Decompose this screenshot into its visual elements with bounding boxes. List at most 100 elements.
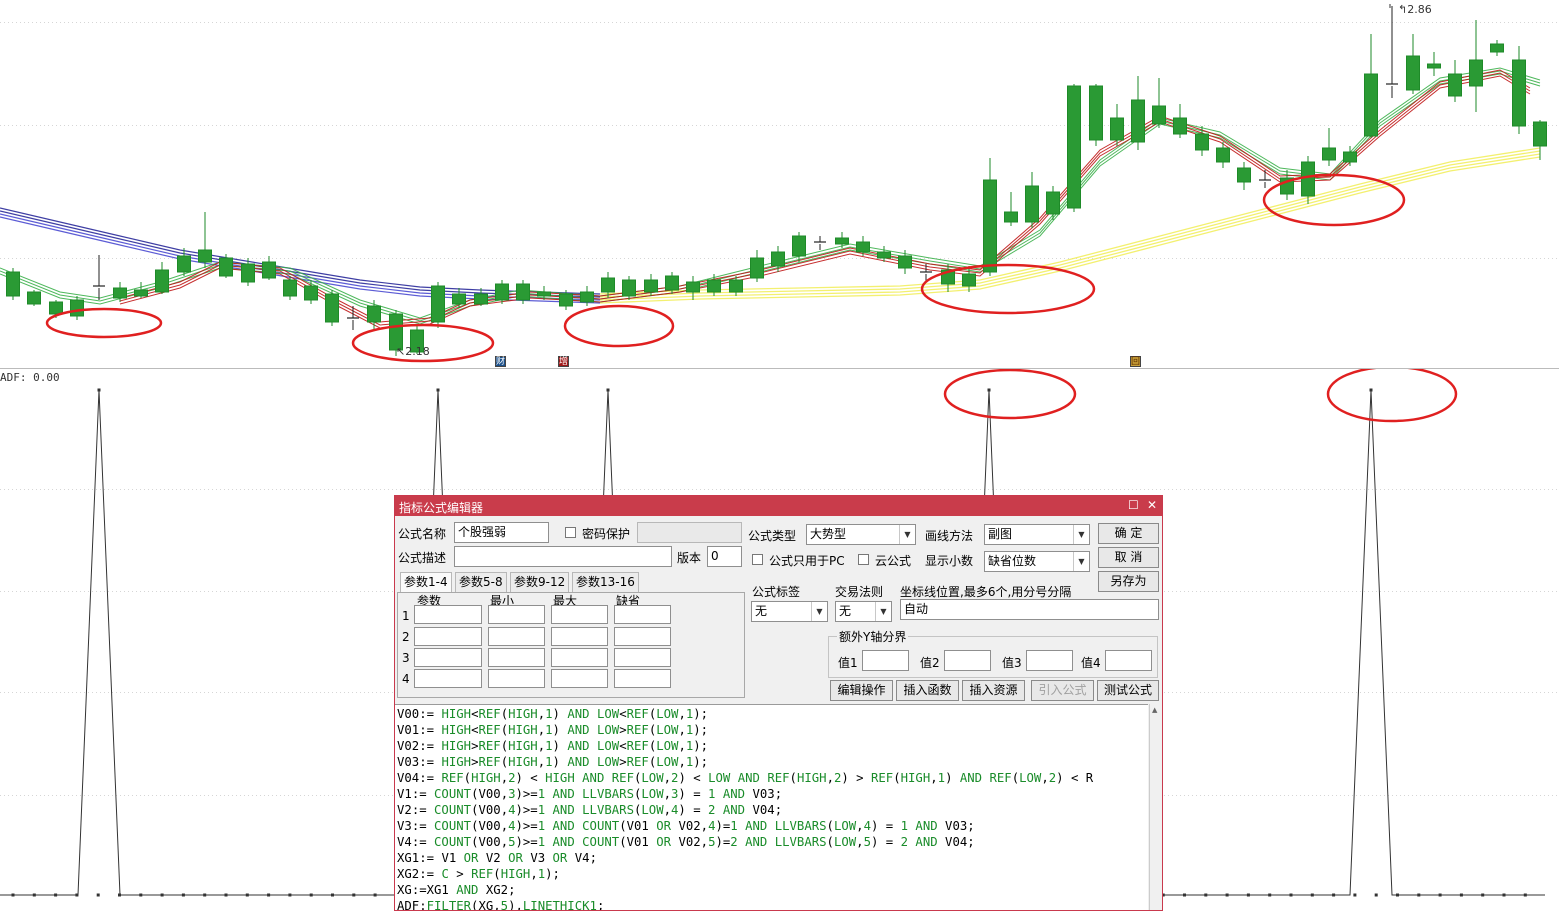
formula-type-select[interactable]: 大势型 ▼ [806, 524, 916, 545]
chevron-down-icon[interactable]: ▼ [875, 602, 891, 621]
chart-gridlines [0, 22, 1559, 259]
formula-code-editor[interactable]: V00:= HIGH<REF(HIGH,1) AND LOW<REF(LOW,1… [395, 704, 1148, 911]
candle [1067, 84, 1081, 212]
candle [177, 248, 191, 276]
formula-name-input[interactable]: 个股强弱 [454, 522, 549, 543]
param-max-field[interactable] [551, 669, 608, 688]
candle [622, 276, 636, 300]
decimals-label: 显示小数 [925, 554, 974, 568]
chevron-down-icon[interactable]: ▼ [1073, 525, 1089, 544]
candle [1216, 142, 1230, 168]
param-max-field[interactable] [551, 648, 608, 667]
extra-y-axis-group: 额外Y轴分界 值1 值2 值3 值4 [828, 628, 1158, 678]
formula-tag-select[interactable]: 无 ▼ [751, 601, 828, 622]
candle [1089, 84, 1103, 146]
candle [814, 236, 826, 250]
value4-label: 值4 [1081, 656, 1101, 670]
param-default-field[interactable] [614, 648, 671, 667]
dialog-titlebar[interactable]: 指标公式编辑器 ☐ ✕ [395, 496, 1162, 516]
code-scrollbar[interactable]: ▲ [1149, 704, 1162, 910]
peak-circle [1326, 369, 1458, 423]
version-input[interactable]: 0 [707, 546, 742, 567]
candle [219, 254, 233, 278]
draw-method-select[interactable]: 副图 ▼ [984, 524, 1090, 545]
candle [93, 255, 105, 300]
cloud-formula-label: 云公式 [875, 554, 912, 568]
candle [898, 250, 912, 274]
import-formula-button[interactable]: 引入公式 [1031, 680, 1094, 701]
pc-only-checkbox[interactable] [752, 554, 763, 565]
param-min-field[interactable] [488, 669, 545, 688]
value2-input[interactable] [944, 650, 991, 671]
code-line: XG1:= V1 OR V2 OR V3 OR V4; [397, 851, 597, 865]
peak-circles [943, 369, 1458, 423]
insert-function-button[interactable]: 插入函数 [896, 680, 959, 701]
formula-tag-label: 公式标签 [752, 585, 801, 599]
password-input[interactable] [637, 522, 742, 543]
param-name-field[interactable] [414, 605, 482, 624]
code-line: XG:=XG1 AND XG2; [397, 883, 516, 897]
tab-params-5-8[interactable]: 参数5-8 [455, 572, 507, 592]
value1-input[interactable] [862, 650, 909, 671]
tab-params-13-16[interactable]: 参数13-16 [572, 572, 639, 592]
axis-position-input[interactable]: 自动 [900, 599, 1159, 620]
insert-resource-button[interactable]: 插入资源 [962, 680, 1025, 701]
finance-marker[interactable]: 财 [495, 356, 506, 367]
param-min-field[interactable] [488, 605, 545, 624]
test-formula-button[interactable]: 测试公式 [1097, 680, 1159, 701]
param-row-index: 4 [402, 672, 410, 686]
ok-button[interactable]: 确 定 [1098, 523, 1159, 544]
chevron-down-icon[interactable]: ▼ [1073, 552, 1089, 571]
value2-label: 值2 [920, 656, 940, 670]
edit-operation-button[interactable]: 编辑操作 [830, 680, 893, 701]
formula-desc-label: 公式描述 [398, 551, 447, 565]
trade-rule-select[interactable]: 无 ▼ [835, 601, 892, 622]
code-line: ADF:FILTER(XG,5),LINETHICK1; [397, 899, 605, 911]
scroll-up-icon[interactable]: ▲ [1152, 706, 1157, 714]
param-min-field[interactable] [488, 627, 545, 646]
candle [835, 232, 849, 248]
maximize-icon[interactable]: ☐ [1128, 498, 1139, 512]
tab-params-9-12[interactable]: 参数9-12 [510, 572, 570, 592]
param-default-field[interactable] [614, 605, 671, 624]
candle [1237, 162, 1251, 190]
candle [198, 212, 212, 268]
increase-marker[interactable]: 增 [558, 356, 569, 367]
password-checkbox[interactable] [565, 527, 576, 538]
candle [27, 290, 41, 306]
pc-only-label: 公式只用于PC [769, 554, 845, 568]
cloud-formula-checkbox[interactable] [858, 554, 869, 565]
chevron-down-icon[interactable]: ▼ [899, 525, 915, 544]
param-max-field[interactable] [551, 605, 608, 624]
cancel-button[interactable]: 取 消 [1098, 547, 1159, 568]
indicator-value-label: ADF: 0.00 [0, 371, 60, 384]
formula-name-label: 公式名称 [398, 527, 447, 541]
decimals-select[interactable]: 缺省位数 ▼ [984, 551, 1090, 572]
candlestick-chart[interactable] [0, 0, 1559, 369]
param-default-field[interactable] [614, 627, 671, 646]
param-name-field[interactable] [414, 627, 482, 646]
formula-editor-dialog[interactable]: 指标公式编辑器 ☐ ✕ 公式名称 个股强弱 密码保护 公式描述 版本 0 公式类… [394, 495, 1163, 911]
candle [516, 280, 530, 304]
buyback-marker[interactable]: 回 [1130, 356, 1141, 367]
chevron-down-icon[interactable]: ▼ [811, 602, 827, 621]
param-default-field[interactable] [614, 669, 671, 688]
param-min-field[interactable] [488, 648, 545, 667]
value3-input[interactable] [1026, 650, 1073, 671]
formula-desc-input[interactable] [454, 546, 672, 567]
param-name-field[interactable] [414, 669, 482, 688]
params-panel: 参数 最小 最大 缺省 1 2 3 4 [397, 592, 745, 698]
axis-position-label: 坐标线位置,最多6个,用分号分隔 [900, 585, 1072, 599]
save-as-button[interactable]: 另存为 [1098, 571, 1159, 592]
param-row-index: 3 [402, 651, 410, 665]
price-low-label: ↖2.18 [396, 345, 430, 358]
formula-tag-value: 无 [755, 604, 768, 618]
close-icon[interactable]: ✕ [1147, 498, 1157, 512]
value4-input[interactable] [1105, 650, 1152, 671]
param-name-field[interactable] [414, 648, 482, 667]
param-max-field[interactable] [551, 627, 608, 646]
param-row-index: 2 [402, 630, 410, 644]
password-label: 密码保护 [582, 527, 631, 541]
tab-params-1-4[interactable]: 参数1-4 [400, 572, 452, 592]
version-label: 版本 [677, 551, 702, 565]
